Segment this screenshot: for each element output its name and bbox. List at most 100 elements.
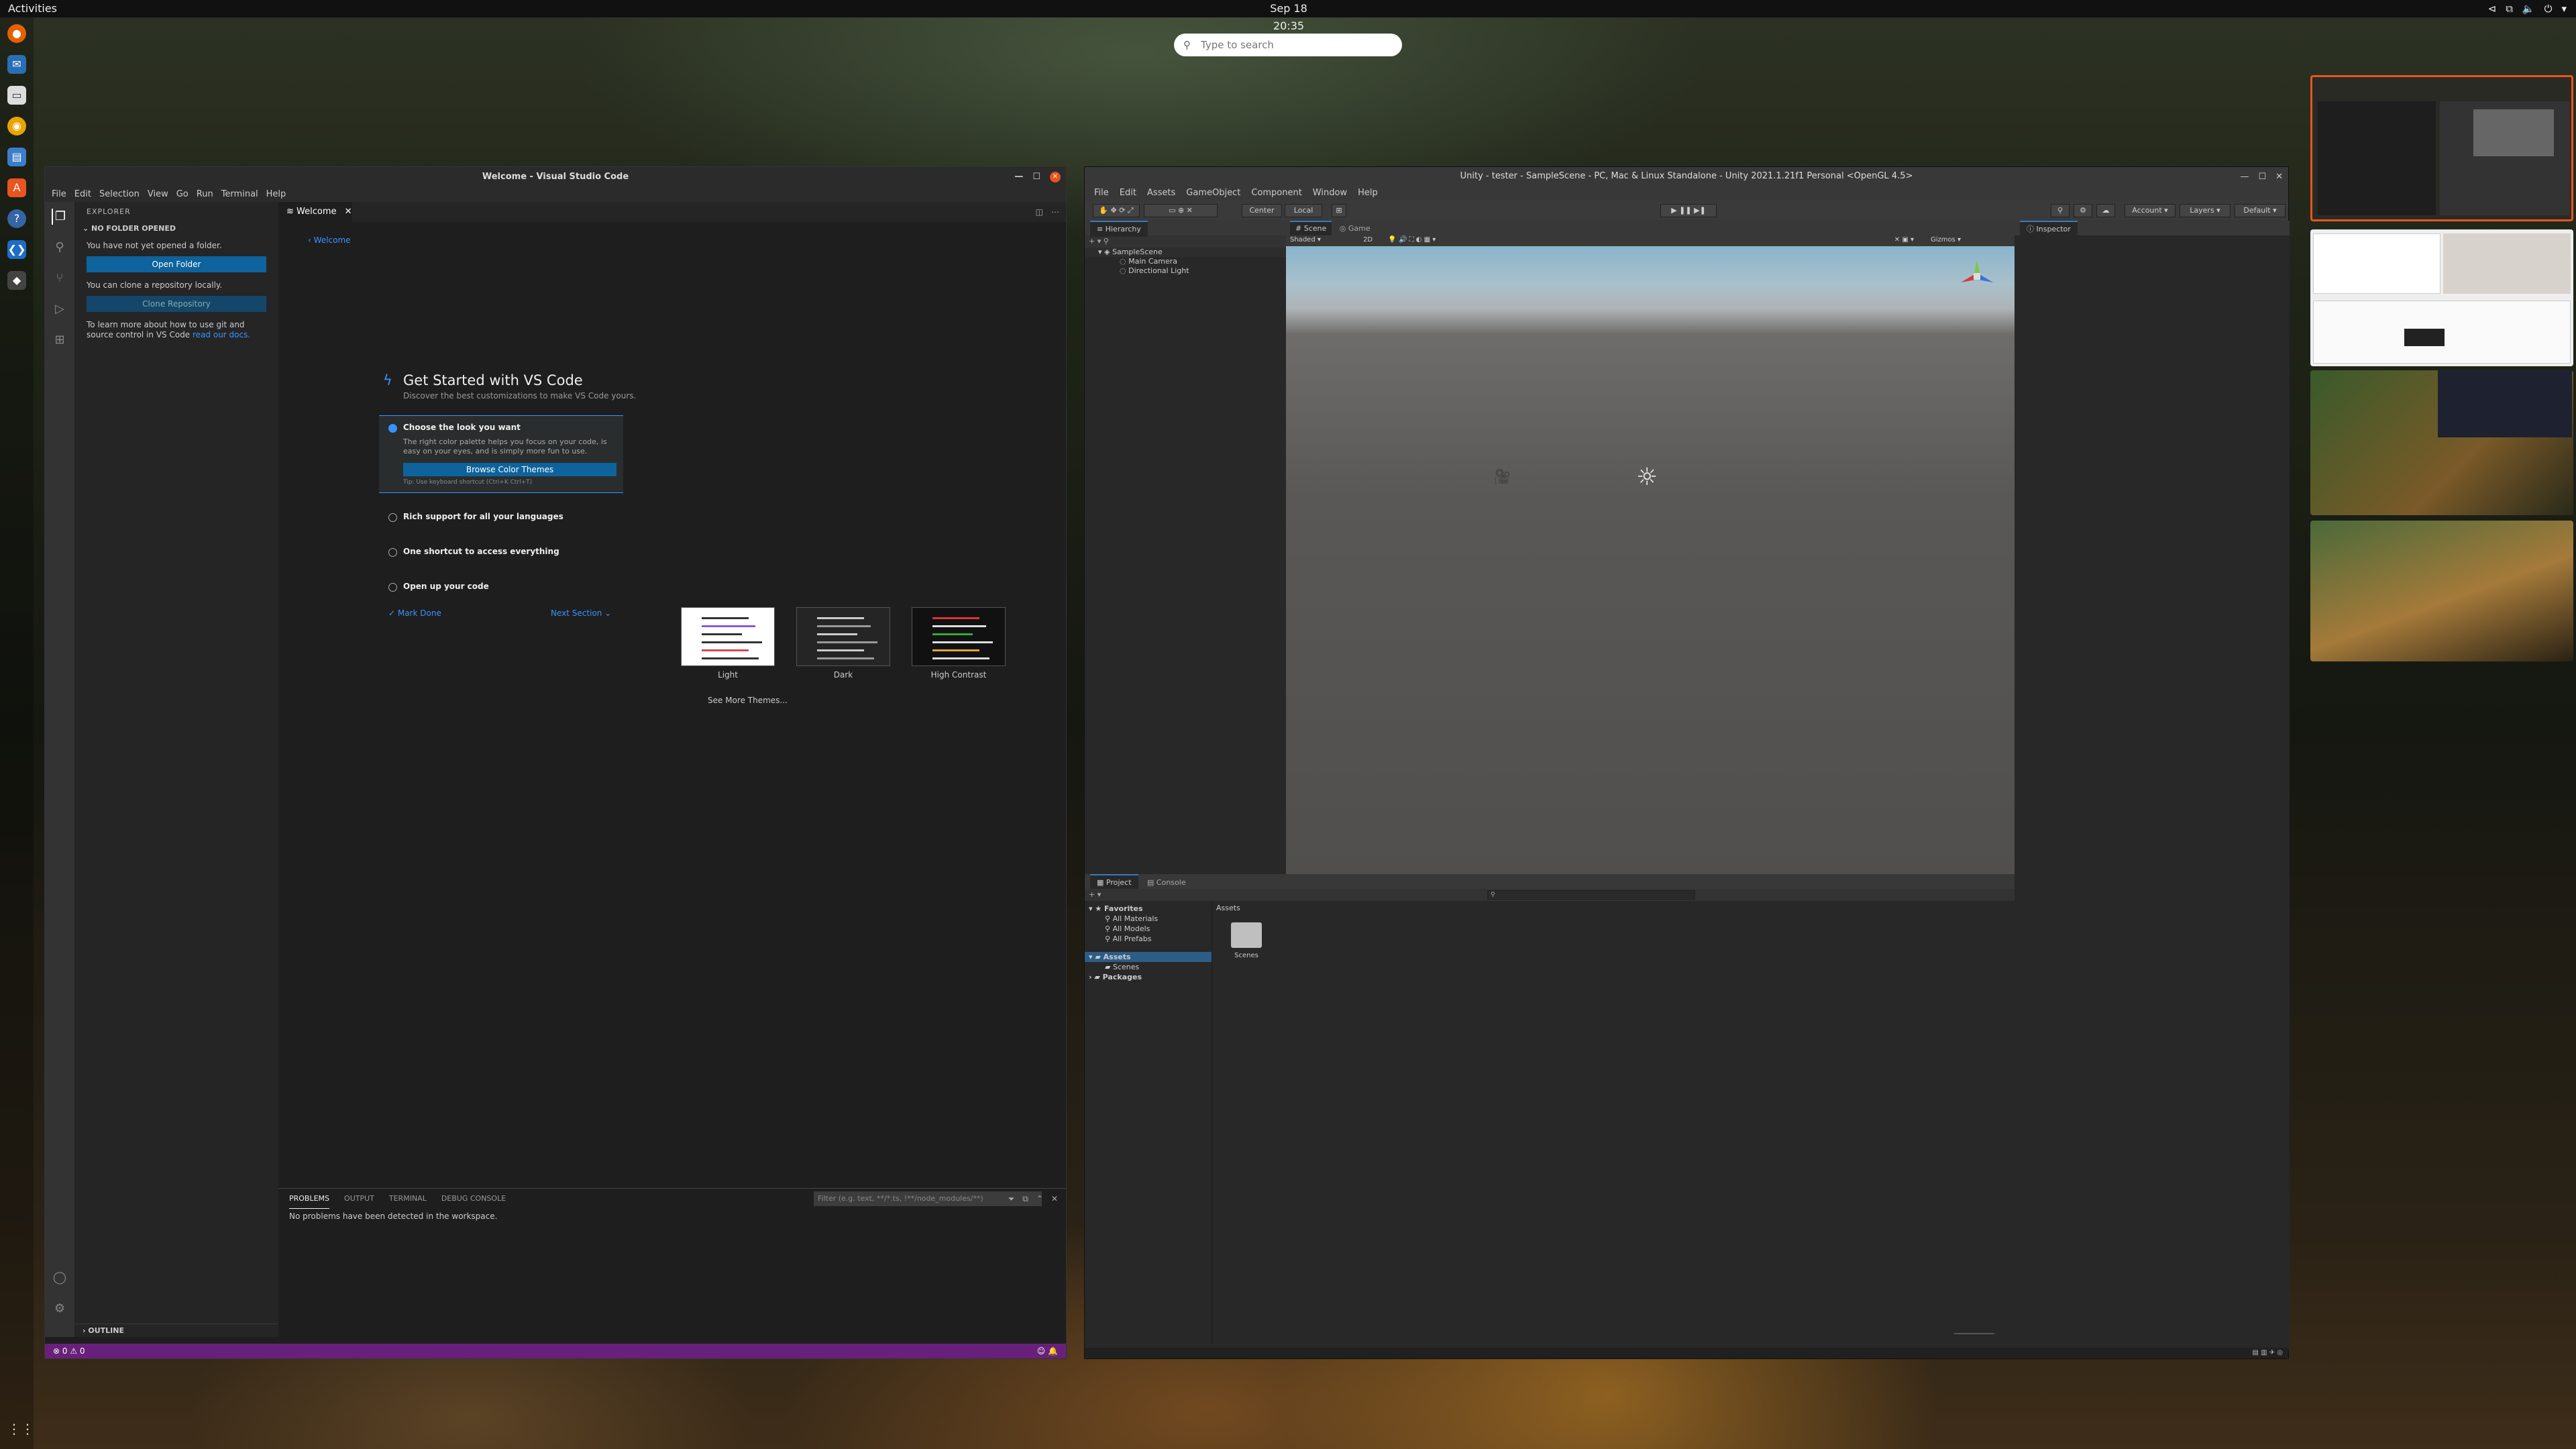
menu-file[interactable]: File (1089, 186, 1114, 201)
power-icon[interactable]: ⏻ (2544, 0, 2553, 17)
search-icon[interactable]: ⚲ (52, 239, 68, 256)
close-icon[interactable]: ✕ (1051, 1191, 1058, 1206)
tab-inspector[interactable]: ⓘ Inspector (2020, 221, 2078, 237)
menu-go[interactable]: Go (172, 187, 193, 202)
step-open-code[interactable]: Open up your code (379, 575, 623, 598)
menu-gameobject[interactable]: GameObject (1181, 186, 1246, 201)
tab-game[interactable]: ◎ Game (1334, 222, 1376, 235)
search-input[interactable]: Type to search (1174, 34, 1402, 56)
feedback-icon[interactable]: ☺ (1037, 1346, 1046, 1356)
rhythmbox-icon[interactable]: ◉ (7, 117, 26, 136)
tab-debug-console[interactable]: DEBUG CONSOLE (441, 1189, 506, 1209)
tree-packages[interactable]: › ▰ Packages (1085, 972, 1212, 982)
activities-button[interactable]: Activities (8, 0, 57, 17)
explorer-icon[interactable]: ❐ (52, 209, 68, 225)
tab-welcome[interactable]: ≋ Welcome ✕ (278, 202, 352, 222)
project-search-input[interactable]: ⚲ (1487, 890, 1695, 900)
run-debug-icon[interactable]: ▷ (52, 301, 68, 317)
extensions-icon[interactable]: ⊞ (52, 332, 68, 348)
split-editor-icon[interactable]: ◫ (1036, 202, 1043, 222)
step-choose-look[interactable]: Choose the look you want The right color… (379, 415, 623, 493)
pivot-center-button[interactable]: Center (1242, 204, 1282, 217)
shading-dropdown[interactable]: Shaded ▾ (1290, 236, 1321, 244)
tree-all-models[interactable]: ⚲ All Models (1085, 924, 1212, 934)
folder-icon[interactable] (1231, 922, 1262, 948)
chevron-up-icon[interactable]: ⌃ (1036, 1191, 1043, 1206)
folder-label[interactable]: Scenes (1230, 952, 1263, 959)
close-icon[interactable]: ✕ (345, 207, 352, 217)
next-section-button[interactable]: Next Section ⌄ (551, 608, 611, 618)
step-checkbox[interactable] (388, 424, 397, 433)
scene-tools[interactable]: ✕ ▣ ▾ (1894, 234, 1914, 246)
menu-edit[interactable]: Edit (1114, 186, 1142, 201)
tab-scene[interactable]: # Scene (1290, 221, 1332, 235)
layout-dropdown[interactable]: Default ▾ (2235, 204, 2286, 217)
more-actions-icon[interactable]: ⋯ (1051, 202, 1059, 222)
tab-terminal[interactable]: TERMINAL (389, 1189, 427, 1209)
account-dropdown[interactable]: Account ▾ (2125, 204, 2176, 217)
hierarchy-scene-row[interactable]: ▾ ◈ SampleScene (1085, 248, 1286, 257)
tree-all-materials[interactable]: ⚲ All Materials (1085, 914, 1212, 924)
scene-view[interactable]: 🎥 ☼ (1286, 246, 2015, 874)
clone-repository-button[interactable]: Clone Repository (87, 296, 266, 312)
gizmos-dropdown[interactable]: Gizmos ▾ (1931, 234, 1961, 246)
step-checkbox[interactable] (388, 513, 397, 522)
menu-file[interactable]: File (48, 187, 70, 202)
scene-view-options[interactable]: 💡 🔊 ⛶ ◐ ▦ ▾ (1388, 236, 1436, 244)
outline-section[interactable]: › OUTLINE (74, 1324, 278, 1337)
camera-icon[interactable]: 🎥 (1493, 469, 1511, 486)
source-control-icon[interactable]: ⑂ (52, 270, 68, 286)
tab-console[interactable]: ▤ Console (1140, 875, 1193, 890)
minimize-icon[interactable]: — (2240, 167, 2249, 187)
grid-snap-icon[interactable]: ⊞ (1332, 204, 1346, 217)
cloud-icon[interactable]: ☁ (2096, 204, 2115, 217)
theme-high-contrast[interactable]: High Contrast (912, 607, 1006, 680)
menu-selection[interactable]: Selection (95, 187, 144, 202)
workspace-3[interactable] (2310, 370, 2573, 515)
thunderbird-icon[interactable]: ✉ (7, 55, 26, 74)
browse-color-themes-button[interactable]: Browse Color Themes (403, 463, 616, 476)
maximize-icon[interactable]: ☐ (2258, 167, 2266, 187)
step-one-shortcut[interactable]: One shortcut to access everything (379, 540, 623, 563)
tab-output[interactable]: OUTPUT (344, 1189, 374, 1209)
tree-assets[interactable]: ▾ ▰ Assets (1085, 952, 1212, 962)
close-icon[interactable]: ✕ (2275, 167, 2283, 187)
help-icon[interactable]: ? (7, 209, 26, 228)
filter-icon[interactable]: ⏷ (1008, 1191, 1015, 1206)
menu-run[interactable]: Run (193, 187, 217, 202)
gear-icon[interactable]: ⚙ (2074, 204, 2092, 217)
workspace-4[interactable] (2310, 521, 2573, 661)
scene-viewport[interactable]: 🎥 ☼ (1286, 246, 2015, 874)
assets-breadcrumb[interactable]: Assets (1216, 904, 1240, 912)
unity-icon[interactable]: ◆ (7, 271, 26, 290)
theme-dark[interactable]: Dark (796, 607, 890, 680)
chevron-down-icon[interactable]: ▾ (2561, 0, 2567, 17)
menu-view[interactable]: View (144, 187, 172, 202)
tab-project[interactable]: ▦ Project (1090, 874, 1138, 890)
mark-done-button[interactable]: ✓ Mark Done (388, 608, 441, 618)
share-icon[interactable]: ⊲ (2488, 0, 2497, 17)
vscode-icon[interactable]: ❮❯ (7, 240, 26, 259)
clock[interactable]: Sep 18 20:35 (1258, 0, 1319, 35)
play-controls[interactable]: ▶ ❚❚ ▶❚ (1660, 204, 1717, 217)
minimize-icon[interactable]: — (1014, 167, 1023, 187)
step-checkbox[interactable] (388, 548, 397, 557)
collapse-icon[interactable]: ⧉ (1022, 1191, 1028, 1206)
search-icon[interactable]: ⚲ (2051, 204, 2070, 217)
close-icon[interactable]: ✕ (1050, 172, 1061, 182)
volume-icon[interactable]: 🔈 (2522, 0, 2535, 17)
menu-edit[interactable]: Edit (70, 187, 95, 202)
rect-tools[interactable]: ▭ ⊕ ✕ (1144, 204, 1218, 217)
menu-assets[interactable]: Assets (1142, 186, 1181, 201)
menu-help[interactable]: Help (262, 187, 290, 202)
tab-hierarchy[interactable]: ≡ Hierarchy (1090, 221, 1148, 237)
maximize-icon[interactable]: ☐ (1032, 167, 1040, 187)
light-icon[interactable]: ☼ (1636, 464, 1658, 491)
system-tray[interactable]: ⊲ ⧉ 🔈 ⏻ ▾ (2488, 0, 2567, 17)
no-folder-section[interactable]: ⌄ NO FOLDER OPENED (74, 222, 278, 235)
tree-scenes[interactable]: ▰ Scenes (1085, 962, 1212, 972)
hierarchy-item-directional-light[interactable]: ◌ Directional Light (1085, 266, 1286, 276)
theme-light[interactable]: Light (681, 607, 775, 680)
status-icons[interactable]: ▤ ▥ ✈ ◎ (2252, 1348, 2283, 1358)
hierarchy-item-main-camera[interactable]: ◌ Main Camera (1085, 257, 1286, 266)
